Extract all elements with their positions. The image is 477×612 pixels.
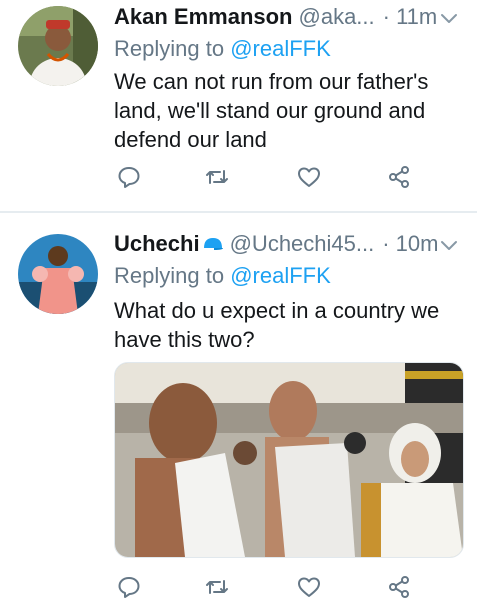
retweet-icon [205, 575, 229, 604]
retweet-icon [205, 165, 229, 194]
mention-link[interactable]: @realFFK [230, 263, 331, 288]
tweet[interactable]: Uchechi @Uchechi45... · 10m Replying to @r… [0, 214, 477, 612]
reply-button[interactable] [114, 164, 144, 194]
like-button[interactable] [294, 574, 324, 604]
tweet-header: Uchechi @Uchechi45... · 10m [114, 230, 463, 258]
tweet-header: Akan Emmanson @aka... · 11m [114, 3, 463, 31]
like-button[interactable] [294, 164, 324, 194]
user-handle[interactable]: @aka... [299, 4, 375, 29]
like-icon [297, 165, 321, 194]
tweet-actions [114, 164, 434, 194]
reply-icon [117, 575, 141, 604]
tweet-text: We can not run from our father's land, w… [114, 69, 429, 152]
replying-to-label: Replying to [114, 36, 225, 61]
tweet-text: What do u expect in a country we have th… [114, 298, 440, 352]
tweet-photo[interactable] [114, 362, 464, 558]
avatar[interactable] [18, 234, 98, 314]
replying-to-label: Replying to [114, 263, 225, 288]
share-button[interactable] [384, 164, 414, 194]
replying-to: Replying to @realFFK [114, 262, 331, 290]
avatar[interactable] [18, 6, 98, 86]
timestamp[interactable]: · 10m [382, 231, 438, 256]
tweet[interactable]: Akan Emmanson @aka... · 11m Replying to @r… [0, 0, 477, 212]
retweet-button[interactable] [202, 164, 232, 194]
reply-button[interactable] [114, 574, 144, 604]
replying-to: Replying to @realFFK [114, 35, 331, 63]
blue-cap-emoji-icon [202, 231, 224, 259]
share-icon [387, 575, 411, 604]
display-name[interactable]: Uchechi [114, 231, 200, 256]
chevron-down-icon[interactable] [439, 7, 459, 27]
timestamp[interactable]: · 11m [383, 4, 438, 29]
retweet-button[interactable] [202, 574, 232, 604]
tweet-actions [114, 574, 434, 604]
chevron-down-icon[interactable] [439, 234, 459, 254]
divider [0, 211, 477, 213]
like-icon [297, 575, 321, 604]
share-icon [387, 165, 411, 194]
display-name[interactable]: Akan Emmanson [114, 4, 293, 29]
user-handle[interactable]: @Uchechi45... [230, 231, 375, 256]
share-button[interactable] [384, 574, 414, 604]
reply-icon [117, 165, 141, 194]
mention-link[interactable]: @realFFK [230, 36, 331, 61]
